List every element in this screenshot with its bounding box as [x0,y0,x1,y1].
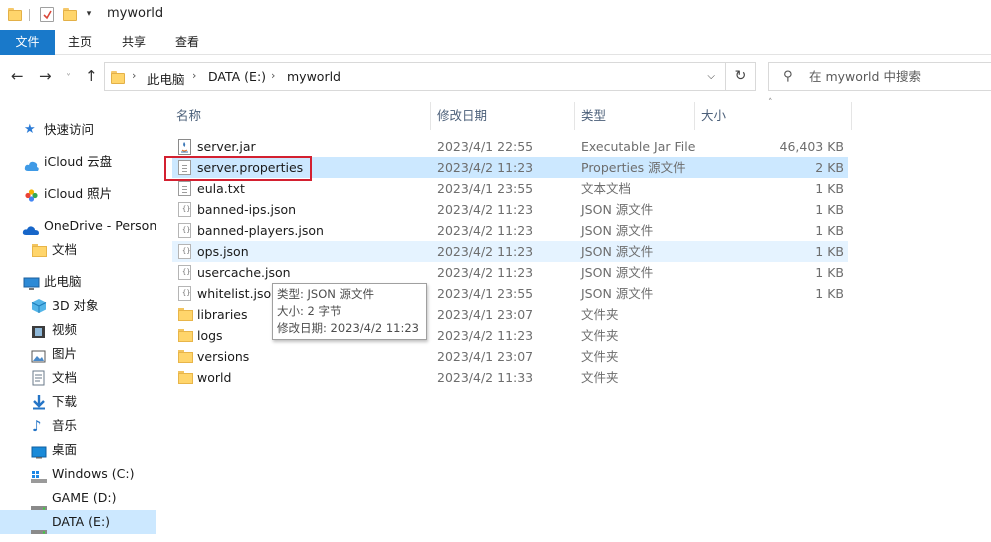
star-icon: ★ [24,122,36,137]
back-icon[interactable]: ← [11,68,24,84]
sidebar-item-pictures[interactable]: 图片 [0,342,156,366]
tab-home[interactable]: 主页 [68,30,92,55]
column-header-type[interactable]: 类型 [581,104,606,128]
file-info-tooltip: 类型: JSON 源文件 大小: 2 字节 修改日期: 2023/4/2 11:… [272,283,427,340]
text-file-icon [178,181,191,196]
file-row-banned-ips-json[interactable]: {} banned-ips.json 2023/4/2 11:23 JSON 源… [172,199,848,220]
properties-icon[interactable] [40,7,54,22]
search-input[interactable] [809,68,979,85]
json-file-icon: {} [178,244,191,259]
pictures-icon [31,347,47,363]
column-divider[interactable] [574,102,575,130]
folder-row-world[interactable]: world 2023/4/2 11:33 文件夹 [172,367,848,388]
3d-objects-icon [31,298,47,313]
chevron-right-icon[interactable]: › [192,69,196,82]
icloud-icon [24,156,40,171]
sidebar-item-game-d[interactable]: GAME (D:) [0,486,156,510]
sidebar-item-quick-access[interactable]: ★ 快速访问 [0,118,156,142]
refresh-icon[interactable]: ↻ [726,62,756,91]
breadcrumb-data-drive[interactable]: DATA (E:) [208,69,266,84]
desktop-icon [31,443,47,459]
breadcrumb-this-pc[interactable]: 此电脑 [147,69,185,88]
ribbon: 文件 主页 共享 查看 [0,30,991,55]
sidebar-item-downloads[interactable]: 下载 [0,390,156,414]
new-folder-icon[interactable] [63,6,77,22]
sidebar-item-onedrive-documents[interactable]: 文档 [0,238,156,262]
tooltip-date: 修改日期: 2023/4/2 11:23 [277,321,419,335]
file-row-usercache-json[interactable]: {} usercache.json 2023/4/2 11:23 JSON 源文… [172,262,848,283]
sidebar-item-desktop[interactable]: 桌面 [0,438,156,462]
folder-icon [32,243,48,257]
column-header-size[interactable]: 大小 [701,104,726,128]
annotation-highlight-box [164,156,312,181]
folder-icon [8,6,22,22]
icloud-photos-icon [24,187,40,202]
json-file-icon: {} [178,202,191,217]
tooltip-type: 类型: JSON 源文件 [277,287,375,301]
tab-file[interactable]: 文件 [0,30,55,55]
tooltip-size: 大小: 2 字节 [277,304,342,318]
sidebar-item-music[interactable]: ♪ 音乐 [0,414,156,438]
json-file-icon: {} [178,223,191,238]
navigation-pane: ★ 快速访问 iCloud 云盘 iCloud 照片 OneDrive - Pe… [0,110,158,542]
sidebar-item-this-pc[interactable]: 此电脑 [0,270,156,294]
computer-icon [23,275,40,290]
recent-locations-icon[interactable]: ˅ [66,71,71,87]
sidebar-item-videos[interactable]: 视频 [0,318,156,342]
folder-icon [178,307,193,322]
column-header-name[interactable]: 名称 [176,104,201,128]
forward-icon[interactable]: → [39,68,52,84]
folder-icon [178,349,193,364]
download-icon [32,394,48,410]
chevron-down-icon[interactable]: ⌵ [707,71,715,82]
documents-icon [32,370,48,386]
column-divider[interactable] [694,102,695,130]
jar-icon [178,139,191,155]
sidebar-item-onedrive[interactable]: OneDrive - Persona [0,214,156,238]
search-box[interactable]: ⚲ [768,62,991,91]
window-title: myworld [107,6,164,21]
onedrive-icon [22,220,40,235]
up-icon[interactable]: ↑ [85,68,98,84]
search-icon: ⚲ [783,69,793,84]
navigation-bar: ← → ˅ ↑ › 此电脑 › DATA (E:) › myworld ⌵ ↻ … [0,56,991,98]
file-row-ops-json[interactable]: {} ops.json 2023/4/2 11:23 JSON 源文件 1 KB [172,241,848,262]
column-divider[interactable] [430,102,431,130]
file-row-banned-players-json[interactable]: {} banned-players.json 2023/4/2 11:23 JS… [172,220,848,241]
file-row-eula-txt[interactable]: eula.txt 2023/4/1 23:55 文本文档 1 KB [172,178,848,199]
video-icon [31,323,47,338]
folder-row-versions[interactable]: versions 2023/4/1 23:07 文件夹 [172,346,848,367]
json-file-icon: {} [178,286,191,301]
customize-toolbar-icon[interactable]: ▾ [83,7,95,21]
chevron-right-icon[interactable]: › [271,69,275,82]
sidebar-item-icloud-photos[interactable]: iCloud 照片 [0,182,156,206]
column-divider[interactable] [851,102,852,130]
tab-share[interactable]: 共享 [122,30,146,55]
drive-icon [31,520,47,534]
json-file-icon: {} [178,265,191,280]
sidebar-item-icloud-drive[interactable]: iCloud 云盘 [0,150,156,174]
sidebar-item-3d-objects[interactable]: 3D 对象 [0,294,156,318]
folder-icon [178,370,193,385]
separator [29,9,30,21]
windows-drive-icon [31,468,47,483]
sidebar-item-windows-c[interactable]: Windows (C:) [0,462,156,486]
address-bar[interactable]: › 此电脑 › DATA (E:) › myworld ⌵ [104,62,726,91]
column-header-date[interactable]: 修改日期 [437,104,487,128]
file-row-server-jar[interactable]: server.jar 2023/4/1 22:55 Executable Jar… [172,136,848,157]
folder-icon [111,69,125,85]
folder-icon [178,328,193,343]
tab-view[interactable]: 查看 [175,30,199,55]
breadcrumb-myworld[interactable]: myworld [287,69,341,84]
chevron-right-icon[interactable]: › [132,69,136,82]
drive-icon [31,496,47,510]
music-icon: ♪ [32,417,42,435]
title-bar: ▾ myworld [0,0,991,30]
sidebar-item-data-e[interactable]: DATA (E:) [0,510,156,534]
sort-indicator-icon: ˄ [768,98,773,108]
sidebar-item-documents[interactable]: 文档 [0,366,156,390]
